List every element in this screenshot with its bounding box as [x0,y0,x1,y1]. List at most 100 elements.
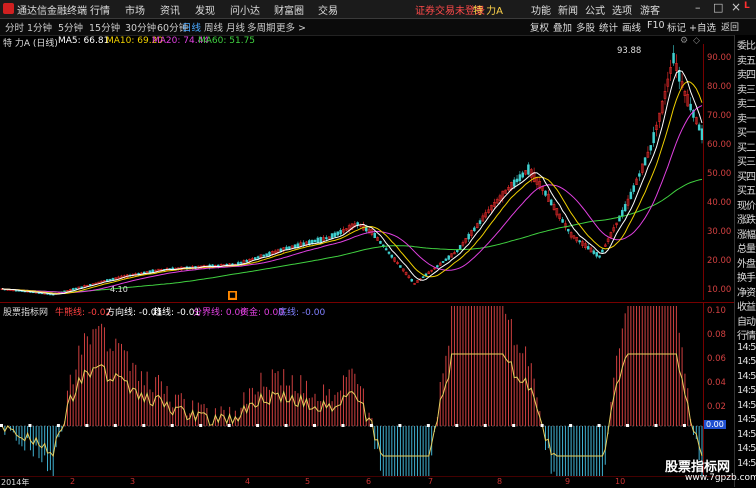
top-menu-bar: 通达信金融终端 行情 市场 资讯 发现 问小达 财富圈 交易 证券交易未登录 特… [0,0,756,19]
boundary-dot [597,424,601,427]
indicator-chart[interactable] [0,303,703,476]
menu-discover[interactable]: 发现 [195,2,215,17]
draw-button[interactable]: 画线 [622,20,641,34]
menu-trade[interactable]: 交易 [318,2,338,17]
side-panel-item[interactable]: 卖三 [737,81,756,96]
side-panel-item[interactable]: 14:5 [737,356,756,367]
side-panel-item[interactable]: 现价 [737,197,756,212]
side-panel-item[interactable]: 14:5 [737,385,756,396]
candle-body [316,237,320,244]
menu-news[interactable]: 资讯 [160,2,180,17]
axis-tick: 0.06 [707,354,726,364]
candle-body [652,132,655,144]
multi-stock-button[interactable]: 多股 [576,20,595,34]
candle-body [567,228,570,232]
candle-body [399,265,402,268]
side-panel-item[interactable]: 总量 [737,240,756,255]
candle-body [456,250,459,253]
candle-body [245,259,248,263]
side-panel-item[interactable]: 买一 [737,124,756,139]
close-icon[interactable]: × [731,0,741,14]
period-daily[interactable]: 日线 [182,20,201,34]
side-panel-item[interactable]: 买二 [737,139,756,154]
candle-body [632,185,635,192]
menu-market[interactable]: 市场 [125,2,145,17]
maximize-icon[interactable]: □ [713,1,723,14]
boundary-dot [426,424,430,427]
side-panel-item[interactable]: 14:5 [737,429,756,440]
side-panel-item[interactable]: 收益 [737,298,756,313]
candle-body [544,190,547,196]
menu-ask[interactable]: 问小达 [230,2,260,17]
side-panel-item[interactable]: 行情 [737,327,756,342]
candle-body [302,242,305,246]
menu-wealth[interactable]: 财富圈 [274,2,304,17]
side-panel-item[interactable]: 自动 [737,313,756,328]
adjust-button[interactable]: 复权 [530,20,549,34]
candle-body [643,157,647,166]
candle-body [672,52,675,64]
candle-body [268,251,271,256]
axis-tick: 70.00 [707,111,732,121]
menu-guest[interactable]: 游客 [640,2,660,17]
period-timeshare[interactable]: 分时 [5,20,24,34]
menu-options[interactable]: 选项 [612,2,632,17]
side-panel-item[interactable]: 14:5 [737,342,756,353]
candle-body [586,246,590,250]
menu-headlines[interactable]: 新闻 [558,2,578,17]
candle-body [444,258,448,261]
boundary-dot [0,424,3,427]
side-panel-item[interactable]: 14:5 [737,400,756,411]
mark-button[interactable]: 标记 [667,20,686,34]
period-1min[interactable]: 1分钟 [27,20,52,34]
back-button[interactable]: 返回 [721,20,739,33]
x-label: 2 [70,477,76,486]
menu-function[interactable]: 功能 [531,2,551,17]
side-panel-item[interactable]: 卖四 [737,66,756,81]
stats-button[interactable]: 统计 [599,20,618,34]
side-panel-item[interactable]: 涨跌 [737,211,756,226]
quote-side-panel[interactable]: 委比 卖五 卖四 卖三 卖二 卖一 买一 买二 买三 买四 买五 现价 涨跌 涨幅 总量 外盘 换手 净资 收益 自动… [734,35,756,487]
overlay-button[interactable]: 叠加 [553,20,572,34]
add-watchlist-button[interactable]: +自选 [689,20,716,34]
side-panel-item[interactable]: 买三 [737,153,756,168]
side-panel-item[interactable]: 14:5 [737,458,756,469]
event-marker[interactable]: ■ [228,291,237,300]
axis-tick: 30.00 [707,227,732,237]
side-panel-item[interactable]: 换手 [737,269,756,284]
side-panel-item[interactable]: 买五 [737,182,756,197]
boundary-dot [284,424,288,427]
menu-formula[interactable]: 公式 [585,2,605,17]
side-panel-item[interactable]: 14:5 [737,371,756,382]
side-panel-item[interactable]: 卖一 [737,110,756,125]
candle-body [296,243,300,248]
boundary-dot [369,424,373,427]
side-panel-item[interactable]: 14:5 [737,414,756,425]
watermark-url: www.7gpzb.com [685,473,756,483]
minimize-icon[interactable]: – [695,1,701,14]
side-panel-item[interactable]: 委比 [737,37,756,52]
period-30min[interactable]: 30分钟 [125,20,156,34]
period-5min[interactable]: 5分钟 [58,20,83,34]
side-panel-item[interactable]: 14:5 [737,443,756,454]
side-panel-item[interactable]: 卖二 [737,95,756,110]
candle-body [239,262,243,264]
side-panel-item[interactable]: 涨幅 [737,226,756,241]
f10-button[interactable]: F10 [647,20,665,31]
side-panel-item[interactable]: 买四 [737,168,756,183]
candle-body [80,286,83,288]
boundary-dot [170,424,174,427]
side-panel-item[interactable]: 外盘 [737,255,756,270]
candlestick-chart[interactable] [0,44,703,300]
menu-quotes[interactable]: 行情 [90,2,110,17]
period-15min[interactable]: 15分钟 [89,20,120,34]
period-monthly[interactable]: 月线 [226,20,245,34]
side-panel-item[interactable]: 卖五 [737,52,756,67]
period-weekly[interactable]: 周线 [204,20,223,34]
boundary-dot [313,424,317,427]
boundary-dot [341,424,345,427]
period-multi[interactable]: 多周期 [247,20,276,34]
price-axis: 90.00 80.00 70.00 60.00 50.00 40.00 30.0… [703,44,735,300]
period-more[interactable]: 更多 > [276,20,306,34]
side-panel-item[interactable]: 净资 [737,284,756,299]
